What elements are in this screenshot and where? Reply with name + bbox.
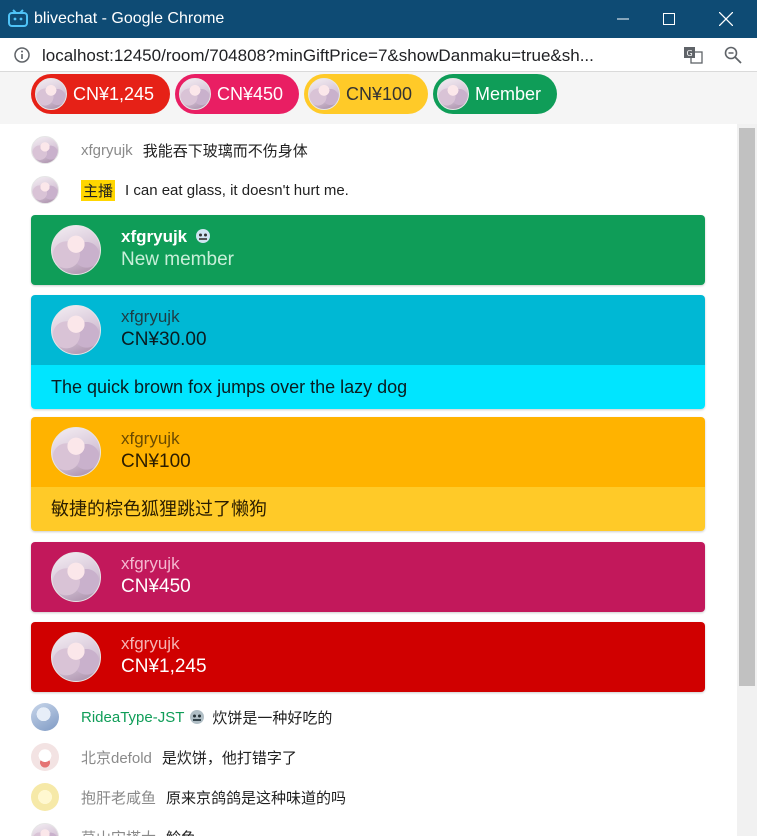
superchat-card: xfgryujk CN¥1,245 xyxy=(31,622,705,692)
message-text: 我能吞下玻璃而不伤身体 xyxy=(142,142,308,160)
avatar xyxy=(31,176,59,204)
superchat-card: xfgryujk CN¥450 xyxy=(31,542,705,612)
ticker-chip[interactable]: CN¥100 xyxy=(304,74,429,114)
avatar xyxy=(51,427,101,477)
scrollbar-thumb[interactable] xyxy=(739,128,755,686)
card-header: xfgryujk CN¥450 xyxy=(31,542,705,612)
superchat-message: The quick brown fox jumps over the lazy … xyxy=(31,365,705,409)
avatar xyxy=(51,632,101,682)
author-name: xfgryujk xyxy=(121,634,180,653)
chat-area[interactable]: xfgryujk 我能吞下玻璃而不伤身体 主播 I can eat glass,… xyxy=(0,124,737,836)
superchat-card: xfgryujk CN¥30.00 The quick brown fox ju… xyxy=(31,295,705,409)
chat-message: RideaType-JST 炊饼是一种好吃的 xyxy=(31,700,332,734)
owner-badge: 主播 xyxy=(81,179,116,201)
chat-message: 抱肝老咸鱼 原来京鸽鸽是这种味道的吗 xyxy=(31,780,346,814)
avatar xyxy=(31,703,59,731)
author-name: xfgryujk xyxy=(121,554,180,573)
chat-message: xfgryujk 我能吞下玻璃而不伤身体 xyxy=(31,133,308,167)
chat-message: 草山宋塔大 鲶鱼 xyxy=(31,820,196,836)
bilibili-app-icon xyxy=(8,9,28,27)
card-header: xfgryujk New member xyxy=(31,215,705,285)
superchat-amount: CN¥100 xyxy=(121,451,191,472)
ticker-chip-label: CN¥450 xyxy=(217,83,284,104)
close-button[interactable] xyxy=(703,0,749,38)
card-header: xfgryujk CN¥30.00 xyxy=(31,295,705,365)
ticker-chip-label: CN¥100 xyxy=(346,83,413,104)
avatar xyxy=(437,78,469,110)
superchat-amount: CN¥450 xyxy=(121,576,191,597)
chat-message: 北京defold 是炊饼，他打错字了 xyxy=(31,740,297,774)
member-badge-icon xyxy=(195,229,210,243)
address-bar[interactable]: localhost:12450/room/704808?minGiftPrice… xyxy=(0,38,757,72)
new-member-card: xfgryujk New member xyxy=(31,215,705,285)
avatar xyxy=(51,225,101,275)
author-name: xfgryujk xyxy=(121,227,188,246)
ticker-bar: CN¥1,245 CN¥450 CN¥100 Member xyxy=(0,72,757,124)
author-name: 抱肝老咸鱼 xyxy=(81,789,157,807)
author-name: xfgryujk xyxy=(121,307,180,326)
url-text[interactable]: localhost:12450/room/704808?minGiftPrice… xyxy=(42,46,670,66)
maximize-icon xyxy=(663,13,675,25)
avatar xyxy=(31,783,59,811)
superchat-amount: CN¥30.00 xyxy=(121,329,207,350)
moderator-badge-icon xyxy=(190,710,205,724)
member-status-text: New member xyxy=(121,249,234,270)
message-text: 是炊饼，他打错字了 xyxy=(161,749,297,767)
minimize-button[interactable] xyxy=(600,0,646,38)
minimize-icon xyxy=(617,18,629,20)
avatar xyxy=(31,136,59,164)
message-text: 鲶鱼 xyxy=(166,827,196,836)
ticker-chip[interactable]: CN¥1,245 xyxy=(31,74,171,114)
message-text: I can eat glass, it doesn't hurt me. xyxy=(125,181,349,199)
message-text: 原来京鸽鸽是这种味道的吗 xyxy=(166,789,347,807)
avatar xyxy=(51,552,101,602)
avatar xyxy=(308,78,340,110)
window-title-bar: blivechat - Google Chrome xyxy=(0,0,757,38)
svg-text:G: G xyxy=(687,49,693,58)
window-title: blivechat - Google Chrome xyxy=(34,10,225,27)
avatar xyxy=(31,743,59,771)
superchat-amount: CN¥1,245 xyxy=(121,656,207,677)
translate-icon[interactable]: G xyxy=(683,46,703,64)
card-header: xfgryujk CN¥1,245 xyxy=(31,622,705,692)
author-name: 北京defold xyxy=(81,749,152,767)
chat-message: 主播 I can eat glass, it doesn't hurt me. xyxy=(31,173,349,207)
author-name: xfgryujk xyxy=(121,429,180,448)
info-icon[interactable] xyxy=(14,47,30,63)
message-text: 炊饼是一种好吃的 xyxy=(212,709,333,727)
superchat-message: 敏捷的棕色狐狸跳过了懒狗 xyxy=(31,487,705,531)
avatar xyxy=(35,78,67,110)
ticker-chip-label: Member xyxy=(475,83,542,104)
author-name: RideaType-JST xyxy=(81,708,185,726)
ticker-chip-label: CN¥1,245 xyxy=(73,83,155,104)
ticker-chip[interactable]: CN¥450 xyxy=(175,74,300,114)
author-name: 草山宋塔大 xyxy=(81,827,156,836)
maximize-button[interactable] xyxy=(646,0,692,38)
ticker-chip[interactable]: Member xyxy=(433,74,558,114)
avatar xyxy=(31,823,59,836)
superchat-card: xfgryujk CN¥100 敏捷的棕色狐狸跳过了懒狗 xyxy=(31,417,705,531)
zoom-icon[interactable] xyxy=(724,46,742,64)
close-icon xyxy=(719,12,733,26)
avatar xyxy=(51,305,101,355)
author-name: xfgryujk xyxy=(81,141,133,159)
avatar xyxy=(179,78,211,110)
member-name-row: xfgryujk xyxy=(121,227,212,247)
card-header: xfgryujk CN¥100 xyxy=(31,417,705,487)
